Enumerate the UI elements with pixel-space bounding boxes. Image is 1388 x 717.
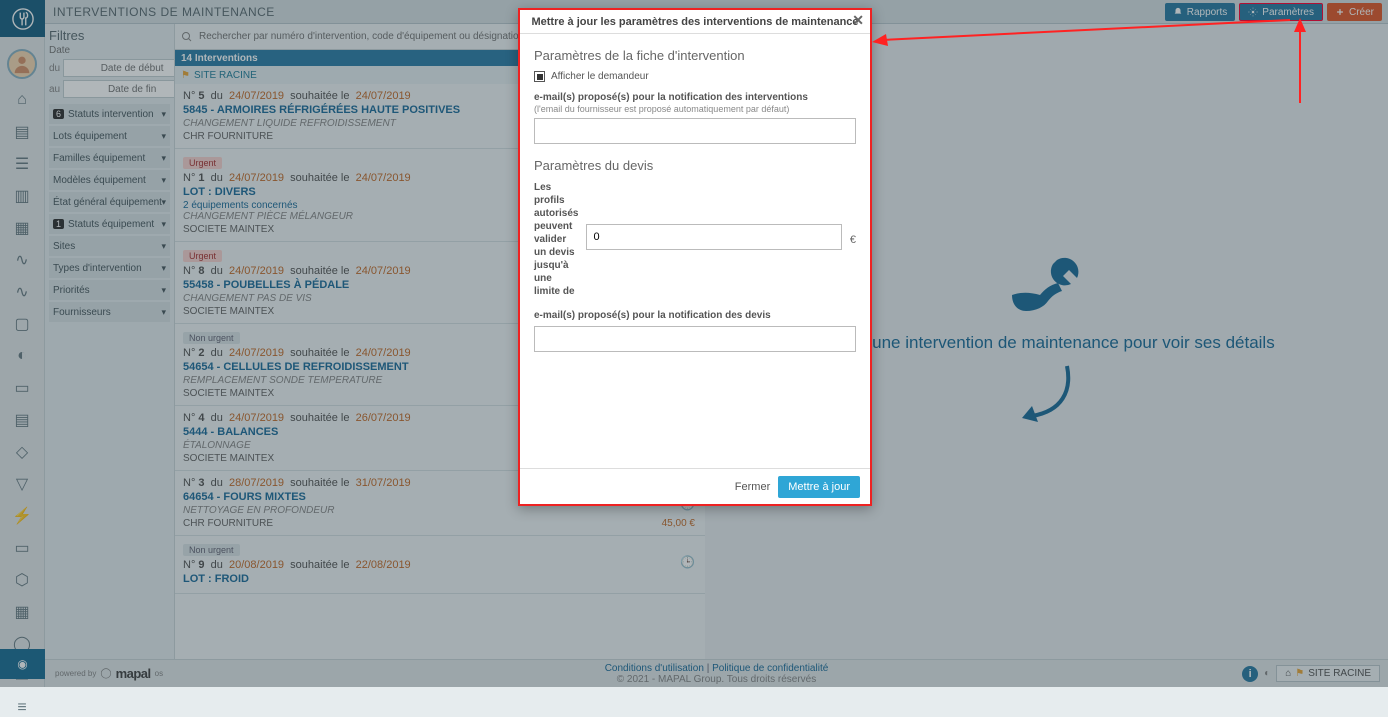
- email1-label: e-mail(s) proposé(s) pour la notificatio…: [534, 92, 856, 104]
- email2-input[interactable]: [534, 326, 856, 352]
- settings-modal: Mettre à jour les paramètres des interve…: [518, 8, 872, 506]
- cancel-button[interactable]: Fermer: [735, 481, 770, 493]
- modal-header: Mettre à jour les paramètres des interve…: [520, 10, 870, 34]
- show-requester-checkbox[interactable]: Afficher le demandeur: [534, 71, 856, 82]
- section2-heading: Paramètres du devis: [534, 158, 856, 173]
- limit-label: Les profils autorisés peuvent valider un…: [534, 181, 578, 298]
- email2-label: e-mail(s) proposé(s) pour la notificatio…: [534, 310, 856, 322]
- limit-input[interactable]: [586, 224, 841, 250]
- db-icon[interactable]: ≡: [13, 699, 31, 717]
- email1-sublabel: (l'email du fournisseur est proposé auto…: [534, 104, 856, 114]
- modal-title: Mettre à jour les paramètres des interve…: [531, 16, 858, 28]
- email1-input[interactable]: [534, 118, 856, 144]
- section1-heading: Paramètres de la fiche d'intervention: [534, 48, 856, 63]
- euro-symbol: €: [850, 234, 856, 246]
- modal-footer: Fermer Mettre à jour: [520, 468, 870, 504]
- modal-body: Paramètres de la fiche d'intervention Af…: [520, 34, 870, 468]
- checkbox-icon: [534, 71, 545, 82]
- save-button[interactable]: Mettre à jour: [778, 476, 860, 498]
- close-icon[interactable]: ✕: [852, 12, 864, 29]
